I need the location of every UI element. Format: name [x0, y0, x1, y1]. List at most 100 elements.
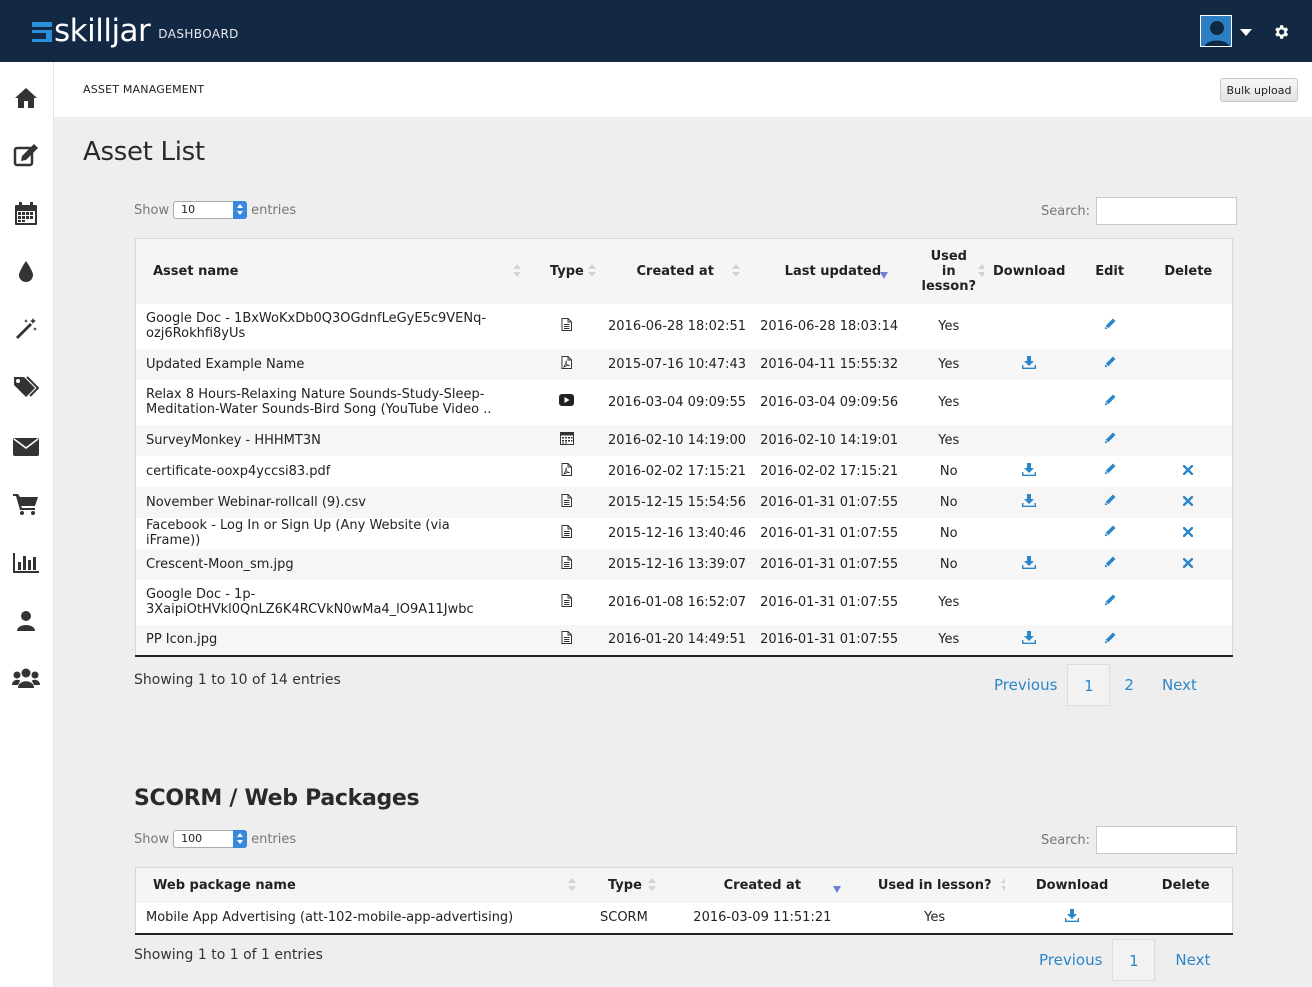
- download-icon[interactable]: [1021, 355, 1037, 373]
- pagination-previous[interactable]: Previous: [1029, 939, 1112, 981]
- skilljar-logo[interactable]: skilljar DASHBOARD: [32, 14, 239, 48]
- column-header-type[interactable]: Type: [589, 867, 660, 903]
- web-package-name-cell[interactable]: Mobile App Advertising (att-102-mobile-a…: [136, 903, 590, 934]
- delete-x-icon[interactable]: [1183, 495, 1194, 510]
- column-header-created-at[interactable]: Created at: [659, 867, 865, 903]
- asset-name-cell[interactable]: Updated Example Name: [136, 349, 536, 380]
- last-updated-cell: 2016-01-31 01:07:55: [760, 494, 899, 510]
- calendar-icon[interactable]: [12, 201, 40, 227]
- scorm-page-length-select[interactable]: 100: [173, 830, 248, 848]
- user-avatar[interactable]: [1200, 15, 1232, 47]
- scorm-table: Web package name Type Created at Used in…: [135, 867, 1233, 935]
- doc-icon: [561, 593, 573, 611]
- delete-cell: [1145, 487, 1233, 518]
- asset-name: Google Doc - 1p-3XaipiOtHVkl0QnLZ6K4RCVk…: [146, 587, 474, 617]
- column-header-asset-name[interactable]: Asset name: [135, 238, 536, 304]
- created-at-cell: 2016-03-04 09:09:55: [608, 394, 747, 410]
- sort-icon: [567, 878, 576, 892]
- delete-x-icon[interactable]: [1183, 557, 1194, 572]
- download-cell: [984, 456, 1075, 487]
- edit-cell: [1075, 518, 1145, 549]
- edit-pencil-icon[interactable]: [1104, 594, 1116, 610]
- column-header-type[interactable]: Type: [535, 238, 599, 304]
- table-row: Crescent-Moon_sm.jpg 2015-12-16 13:39:07 2…: [135, 548, 1233, 580]
- edit-pencil-icon[interactable]: [1104, 632, 1116, 648]
- asset-name: Relax 8 Hours-Relaxing Nature Sounds-Stu…: [146, 387, 492, 417]
- download-cell: [984, 549, 1075, 580]
- page-header: ASSET MANAGEMENT Bulk upload: [54, 62, 1312, 117]
- asset-length-control: Show 10 entries: [134, 201, 296, 219]
- download-cell: [984, 304, 1075, 349]
- download-icon[interactable]: [1021, 462, 1037, 480]
- user-menu-caret-icon[interactable]: [1240, 29, 1252, 36]
- asset-name-cell[interactable]: PP Icon.jpg: [136, 625, 536, 656]
- sort-desc-icon: [832, 886, 841, 894]
- delete-x-icon[interactable]: [1183, 526, 1194, 541]
- column-header-created-at[interactable]: Created at: [598, 238, 753, 304]
- user-icon[interactable]: [12, 608, 40, 634]
- delete-cell: [1145, 349, 1233, 380]
- table-row: PP Icon.jpg 2016-01-20 14:49:51 2016-01-31…: [135, 624, 1233, 656]
- delete-x-icon[interactable]: [1183, 464, 1194, 479]
- column-header-used-in-lesson[interactable]: Used in lesson?: [864, 867, 1009, 903]
- edit-pencil-icon[interactable]: [1104, 318, 1116, 334]
- gear-icon[interactable]: [1272, 23, 1290, 41]
- column-header-used-in-lesson[interactable]: Used in lesson?: [913, 238, 986, 304]
- download-icon[interactable]: [1021, 555, 1037, 573]
- edit-pencil-icon[interactable]: [1104, 556, 1116, 572]
- download-icon[interactable]: [1021, 493, 1037, 511]
- bar-chart-icon[interactable]: [12, 550, 40, 576]
- download-icon[interactable]: [1021, 631, 1037, 648]
- drop-icon[interactable]: [12, 258, 40, 284]
- asset-name-cell[interactable]: November Webinar-rollcall (9).csv: [136, 487, 536, 518]
- breadcrumb[interactable]: ASSET MANAGEMENT: [83, 83, 204, 96]
- column-header-web-package-name[interactable]: Web package name: [135, 867, 590, 903]
- asset-search: Search:: [1041, 197, 1238, 225]
- asset-name-cell[interactable]: Crescent-Moon_sm.jpg: [136, 549, 536, 580]
- edit-pencil-icon[interactable]: [1104, 494, 1116, 510]
- bulk-upload-button[interactable]: Bulk upload: [1220, 78, 1298, 102]
- used-in-lesson-cell: Yes: [938, 318, 960, 334]
- edit-pencil-icon[interactable]: [1104, 394, 1116, 410]
- edit-pencil-icon[interactable]: [1104, 432, 1116, 448]
- used-in-lesson-cell: No: [939, 463, 958, 479]
- edit-pencil-icon[interactable]: [1104, 525, 1116, 541]
- asset-search-input[interactable]: [1096, 197, 1238, 225]
- select-arrows-icon: [233, 830, 248, 848]
- asset-name: Facebook - Log In or Sign Up (Any Websit…: [146, 518, 450, 548]
- table-row: Google Doc - 1BxWoKxDb0Q3OGdnfLeGyE5c9VE…: [135, 303, 1233, 349]
- column-header-last-updated[interactable]: Last updated: [752, 238, 914, 304]
- envelope-icon[interactable]: [12, 434, 40, 460]
- logo-subtitle: DASHBOARD: [158, 27, 239, 41]
- cart-icon[interactable]: [12, 491, 40, 517]
- magic-wand-icon[interactable]: [12, 316, 40, 342]
- asset-page-length-select[interactable]: 10: [173, 201, 248, 219]
- table-row: Updated Example Name 2015-07-16 10:47:43 2…: [135, 348, 1233, 380]
- pagination-next[interactable]: Next: [1148, 664, 1207, 706]
- tags-icon[interactable]: [12, 374, 40, 400]
- logo-text: skilljar: [54, 13, 151, 49]
- home-icon[interactable]: [12, 85, 40, 111]
- delete-cell: [1145, 425, 1233, 456]
- asset-name-cell[interactable]: SurveyMonkey - HHHMT3N: [136, 425, 536, 456]
- pagination-page-2[interactable]: 2: [1110, 664, 1148, 706]
- table-row: Facebook - Log In or Sign Up (Any Websit…: [135, 517, 1233, 549]
- scorm-table-body: Mobile App Advertising (att-102-mobile-a…: [136, 903, 1233, 934]
- pagination-next[interactable]: Next: [1155, 939, 1220, 981]
- edit-pencil-icon[interactable]: [1104, 356, 1116, 372]
- asset-name-cell[interactable]: Relax 8 Hours-Relaxing Nature Sounds-Stu…: [136, 380, 536, 425]
- asset-name-cell[interactable]: Google Doc - 1BxWoKxDb0Q3OGdnfLeGyE5c9VE…: [136, 304, 536, 349]
- asset-name-cell[interactable]: Facebook - Log In or Sign Up (Any Websit…: [136, 518, 536, 549]
- asset-name-cell[interactable]: Google Doc - 1p-3XaipiOtHVkl0QnLZ6K4RCVk…: [136, 580, 536, 625]
- asset-type-cell: [535, 518, 598, 549]
- download-icon[interactable]: [1064, 909, 1080, 926]
- pagination-page-1[interactable]: 1: [1112, 939, 1156, 981]
- asset-name-cell[interactable]: certificate-ooxp4yccsi83.pdf: [136, 456, 536, 487]
- created-at-cell: 2015-12-15 15:54:56: [608, 494, 747, 510]
- edit-pencil-icon[interactable]: [1104, 463, 1116, 479]
- scorm-search-input[interactable]: [1096, 826, 1238, 854]
- pagination-page-1[interactable]: 1: [1067, 664, 1111, 706]
- pagination-previous[interactable]: Previous: [984, 664, 1067, 706]
- group-icon[interactable]: [12, 665, 40, 691]
- edit-icon[interactable]: [12, 142, 40, 168]
